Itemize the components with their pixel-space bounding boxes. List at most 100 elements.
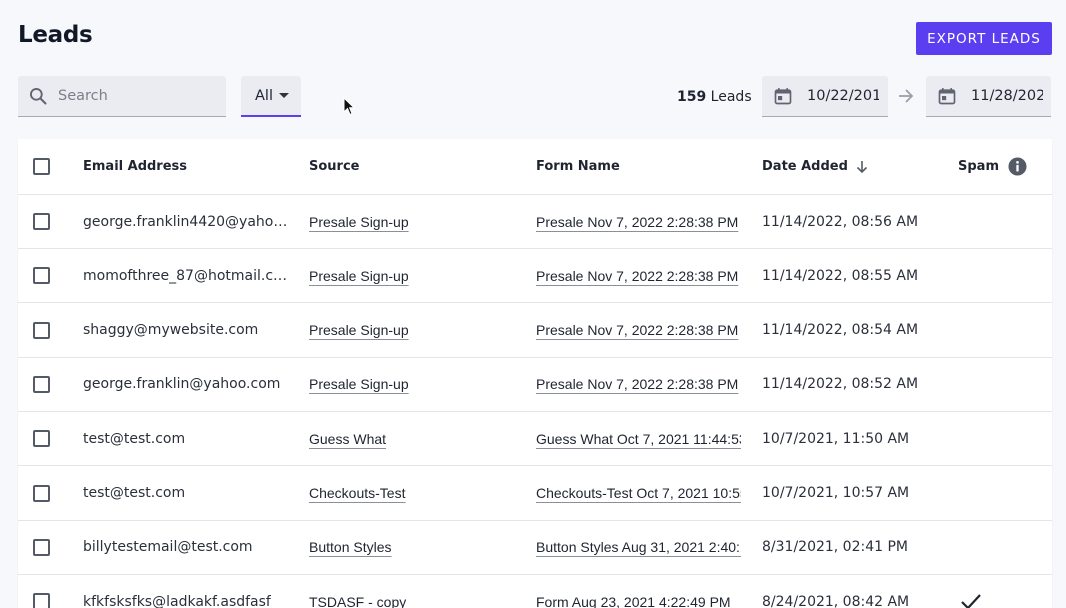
table-row[interactable]: kfkfsksfks@ladkakf.asdfasf TSDASF - copy F… bbox=[18, 575, 1052, 608]
table-row[interactable]: momofthree_87@hotmail.com Presale Sign-up… bbox=[18, 249, 1052, 304]
select-all-checkbox[interactable] bbox=[33, 158, 50, 175]
date-from-field[interactable] bbox=[762, 76, 888, 117]
email-value: shaggy@mywebsite.com bbox=[83, 322, 259, 339]
column-header-email[interactable]: Email Address bbox=[83, 139, 291, 194]
row-checkbox[interactable] bbox=[33, 484, 50, 502]
email-cell: billytestemail@test.com bbox=[83, 521, 291, 574]
spam-cell bbox=[958, 358, 1038, 411]
form-link[interactable]: Button Styles Aug 31, 2021 2:40:18 PM bbox=[536, 539, 741, 555]
date-cell: 10/7/2021, 11:50 AM bbox=[762, 430, 910, 447]
select-all-cell bbox=[18, 139, 74, 194]
source-cell: Presale Sign-up bbox=[309, 358, 519, 411]
source-link[interactable]: Checkouts-Test bbox=[309, 485, 405, 501]
page-title: Leads bbox=[18, 22, 93, 48]
row-select-cell bbox=[18, 249, 74, 302]
form-cell: Button Styles Aug 31, 2021 2:40:18 PM bbox=[536, 521, 741, 574]
column-header-date-label: Date Added bbox=[762, 159, 848, 174]
checkmark-icon bbox=[961, 593, 981, 608]
source-cell: TSDASF - copy bbox=[309, 575, 519, 608]
form-link[interactable]: Form Aug 23, 2021 4:22:49 PM bbox=[536, 594, 731, 608]
source-cell: Guess What bbox=[309, 412, 519, 465]
date-cell: 8/24/2021, 08:42 AM bbox=[762, 593, 910, 608]
form-cell: Presale Nov 7, 2022 2:28:38 PM bbox=[536, 249, 741, 302]
source-link[interactable]: Guess What bbox=[309, 431, 386, 447]
email-value: momofthree_87@hotmail.com bbox=[83, 267, 291, 284]
row-checkbox[interactable] bbox=[33, 321, 50, 339]
spam-cell bbox=[958, 249, 1038, 302]
row-select-cell bbox=[18, 412, 74, 465]
table-row[interactable]: george.franklin4420@yahoo.com Presale Sig… bbox=[18, 195, 1052, 249]
column-header-date[interactable]: Date Added bbox=[762, 139, 952, 194]
table-row[interactable]: test@test.com Checkouts-Test Checkouts-Tes… bbox=[18, 467, 1052, 521]
form-link[interactable]: Presale Nov 7, 2022 2:28:38 PM bbox=[536, 214, 738, 230]
row-checkbox[interactable] bbox=[33, 375, 50, 393]
email-value: test@test.com bbox=[83, 485, 186, 501]
row-checkbox[interactable] bbox=[33, 267, 50, 285]
form-link[interactable]: Guess What Oct 7, 2021 11:44:53 AM bbox=[536, 431, 741, 447]
source-link[interactable]: Presale Sign-up bbox=[309, 268, 409, 284]
table-row[interactable]: george.franklin@yahoo.com Presale Sign-up… bbox=[18, 358, 1052, 412]
column-header-spam-label: Spam bbox=[958, 159, 999, 174]
form-cell: Presale Nov 7, 2022 2:28:38 PM bbox=[536, 195, 741, 248]
export-leads-button[interactable]: EXPORT LEADS bbox=[916, 22, 1052, 55]
search-input[interactable] bbox=[58, 88, 208, 104]
row-select-cell bbox=[18, 195, 74, 248]
email-cell: shaggy@mywebsite.com bbox=[83, 304, 291, 357]
sort-arrow-down-icon[interactable] bbox=[856, 160, 868, 174]
form-cell: Presale Nov 7, 2022 2:28:38 PM bbox=[536, 304, 741, 357]
email-cell: test@test.com bbox=[83, 412, 291, 465]
table-row[interactable]: test@test.com Guess What Guess What Oct 7,… bbox=[18, 412, 1052, 467]
email-value: george.franklin4420@yahoo.com bbox=[83, 213, 291, 230]
column-header-form[interactable]: Form Name bbox=[536, 139, 741, 194]
row-checkbox[interactable] bbox=[33, 538, 50, 556]
spam-cell bbox=[958, 575, 1038, 608]
form-link[interactable]: Checkouts-Test Oct 7, 2021 10:55:21 AM bbox=[536, 485, 741, 501]
column-header-source[interactable]: Source bbox=[309, 139, 519, 194]
column-header-spam: Spam bbox=[958, 139, 1038, 194]
lead-count: 159 Leads bbox=[677, 89, 752, 105]
email-cell: george.franklin4420@yahoo.com bbox=[83, 195, 291, 248]
leads-page: Leads EXPORT LEADS All 159 Leads bbox=[0, 0, 1066, 608]
source-cell: Checkouts-Test bbox=[309, 467, 519, 520]
row-select-cell bbox=[18, 575, 74, 608]
email-value: billytestemail@test.com bbox=[83, 539, 253, 556]
filter-dropdown[interactable]: All bbox=[241, 76, 301, 117]
row-checkbox[interactable] bbox=[33, 213, 50, 230]
source-link[interactable]: Presale Sign-up bbox=[309, 376, 409, 392]
form-link[interactable]: Presale Nov 7, 2022 2:28:38 PM bbox=[536, 376, 738, 392]
source-link[interactable]: Presale Sign-up bbox=[309, 214, 409, 230]
date-from-input[interactable] bbox=[807, 88, 879, 104]
source-cell: Presale Sign-up bbox=[309, 304, 519, 357]
search-box[interactable] bbox=[18, 76, 226, 117]
caret-down-icon bbox=[278, 93, 289, 98]
form-link[interactable]: Presale Nov 7, 2022 2:28:38 PM bbox=[536, 322, 738, 338]
lead-count-number: 159 bbox=[677, 89, 707, 105]
calendar-icon bbox=[774, 88, 792, 105]
row-checkbox[interactable] bbox=[33, 430, 50, 448]
row-checkbox[interactable] bbox=[33, 593, 50, 608]
spam-cell bbox=[958, 467, 1038, 520]
date-cell: 11/14/2022, 08:54 AM bbox=[762, 322, 919, 339]
calendar-icon bbox=[938, 88, 956, 105]
date-to-field[interactable] bbox=[926, 76, 1051, 117]
spam-cell bbox=[958, 304, 1038, 357]
source-link[interactable]: TSDASF - copy bbox=[309, 594, 406, 608]
row-select-cell bbox=[18, 521, 74, 574]
arrow-right-icon bbox=[899, 89, 914, 103]
date-to-input[interactable] bbox=[971, 88, 1043, 104]
row-select-cell bbox=[18, 358, 74, 411]
lead-count-label: Leads bbox=[706, 89, 752, 105]
form-link[interactable]: Presale Nov 7, 2022 2:28:38 PM bbox=[536, 268, 738, 284]
email-cell: momofthree_87@hotmail.com bbox=[83, 249, 291, 302]
source-cell: Presale Sign-up bbox=[309, 195, 519, 248]
info-icon[interactable] bbox=[1008, 157, 1027, 176]
email-value: test@test.com bbox=[83, 430, 186, 447]
table-row[interactable]: shaggy@mywebsite.com Presale Sign-up Presa… bbox=[18, 304, 1052, 358]
table-header-row: Email Address Source Form Name Date Adde… bbox=[18, 139, 1052, 195]
email-cell: kfkfsksfks@ladkakf.asdfasf bbox=[83, 575, 291, 608]
source-link[interactable]: Presale Sign-up bbox=[309, 322, 409, 338]
mouse-cursor-icon bbox=[343, 97, 355, 116]
table-row[interactable]: billytestemail@test.com Button Styles Butt… bbox=[18, 521, 1052, 575]
source-link[interactable]: Button Styles bbox=[309, 539, 392, 555]
date-cell: 10/7/2021, 10:57 AM bbox=[762, 485, 910, 501]
